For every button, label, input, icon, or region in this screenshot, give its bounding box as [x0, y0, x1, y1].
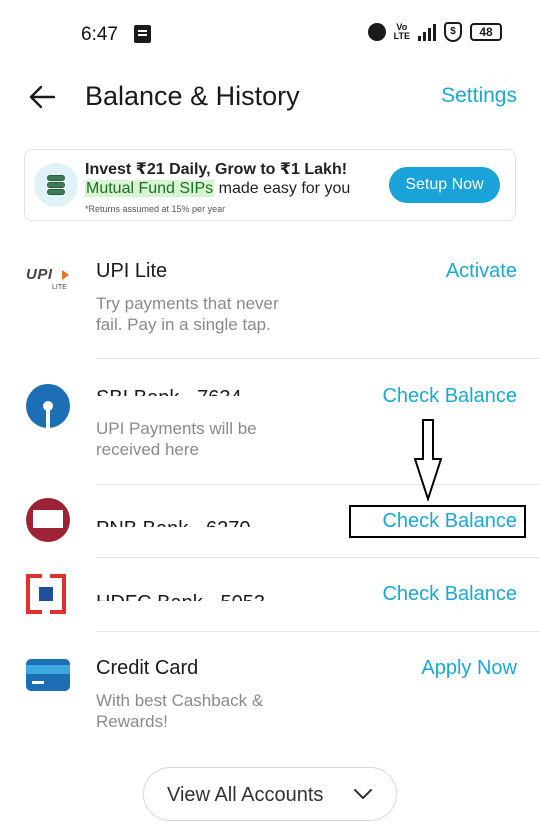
- pnb-bank-icon: [26, 498, 70, 542]
- back-arrow-icon[interactable]: [28, 82, 58, 112]
- upi-lite-title: UPI Lite: [96, 260, 168, 282]
- settings-link[interactable]: Settings: [441, 84, 517, 108]
- promo-footnote: *Returns assumed at 15% per year: [85, 204, 226, 214]
- sbi-bank-icon: [26, 384, 70, 428]
- sbi-account-title: SBI Bank - 7634: [96, 387, 242, 396]
- page-title: Balance & History: [85, 81, 300, 111]
- alarm-icon: [367, 23, 386, 41]
- credit-card-title: Credit Card: [96, 657, 199, 679]
- sbi-account-note: UPI Payments will be received here: [96, 419, 257, 459]
- credit-card-icon: [26, 659, 70, 691]
- view-all-accounts-button[interactable]: View All Accounts: [143, 767, 397, 821]
- credit-card-description: With best Cashback & Rewards!: [96, 691, 264, 731]
- divider: [96, 358, 540, 359]
- apply-now-link[interactable]: Apply Now: [421, 657, 517, 680]
- promo-headline: Invest ₹21 Daily, Grow to ₹1 Lakh!: [85, 161, 348, 178]
- coins-icon: [34, 163, 78, 207]
- annotation-arrow-icon: [414, 419, 442, 501]
- pnb-account-title: PNB Bank - 6270: [96, 518, 251, 527]
- promo-subline-rest: made easy for you: [214, 180, 351, 197]
- sip-promo-banner[interactable]: Invest ₹21 Daily, Grow to ₹1 Lakh! Mutua…: [24, 149, 516, 221]
- setup-now-button[interactable]: Setup Now: [389, 167, 500, 203]
- check-balance-button-hdfc[interactable]: Check Balance: [382, 583, 517, 606]
- promo-highlight: Mutual Fund SIPs: [85, 180, 215, 197]
- view-all-label: View All Accounts: [167, 784, 324, 806]
- annotation-highlight-box: [349, 505, 526, 538]
- status-icons: Vo LTE $ 48: [367, 22, 502, 42]
- signal-icon: [418, 23, 436, 41]
- divider: [96, 557, 540, 558]
- status-time: 6:47: [81, 24, 118, 45]
- data-saver-icon: $: [444, 22, 462, 42]
- app-header: Balance & History Settings: [0, 76, 540, 120]
- notification-icon: [134, 25, 151, 43]
- divider: [96, 484, 540, 485]
- hdfc-account-title: HDFC Bank - 5053: [96, 592, 265, 601]
- status-bar: 6:47 Vo LTE $ 48: [0, 0, 540, 70]
- check-balance-button-sbi[interactable]: Check Balance: [382, 385, 517, 408]
- chevron-down-icon: [354, 789, 372, 799]
- promo-subline: Mutual Fund SIPs made easy for you: [85, 180, 350, 198]
- upi-lite-description: Try payments that never fail. Pay in a s…: [96, 294, 279, 334]
- upi-lite-logo: UPI LITE: [26, 266, 72, 294]
- hdfc-bank-icon: [26, 574, 66, 614]
- activate-link[interactable]: Activate: [446, 260, 517, 283]
- volte-icon: Vo LTE: [393, 22, 410, 41]
- divider: [96, 631, 540, 632]
- battery-icon: 48: [470, 23, 502, 41]
